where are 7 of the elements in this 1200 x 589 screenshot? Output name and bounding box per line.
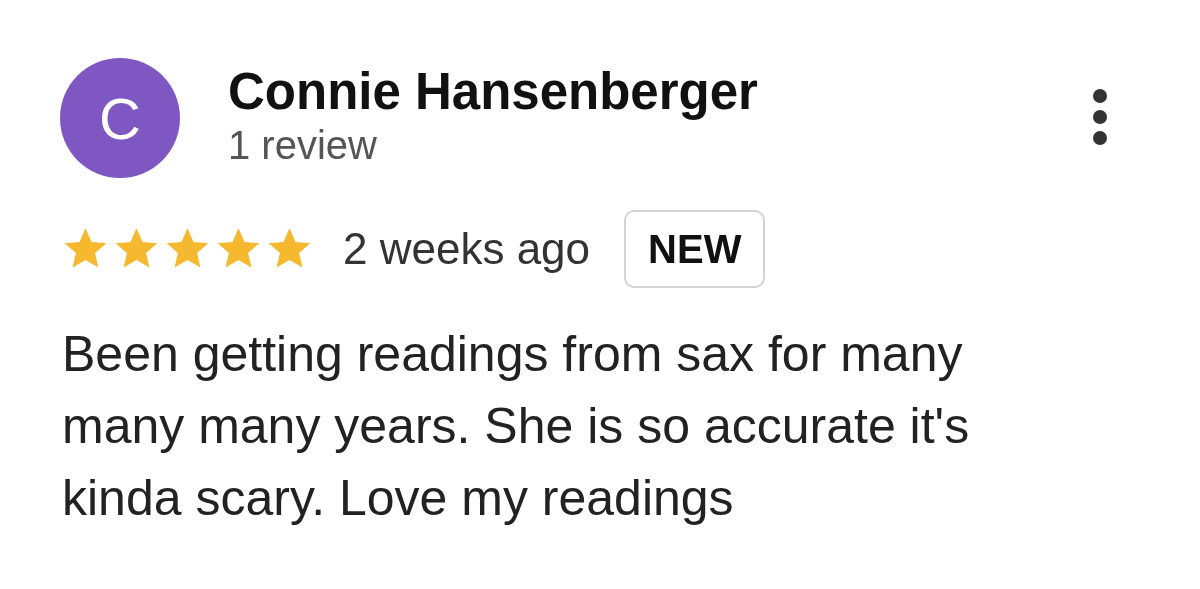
review-count: 1 review [228,122,378,168]
review-text: Been getting readings from sax for many many many years. She is so accurate it's kinda scary. Love my readings [62,325,971,528]
more-options-icon[interactable] [1092,88,1108,146]
review-time: 2 weeks ago [343,224,591,274]
avatar: C [60,58,180,178]
reviewer-name: Connie Hansenberger [228,66,758,118]
new-badge: NEW [624,210,766,288]
